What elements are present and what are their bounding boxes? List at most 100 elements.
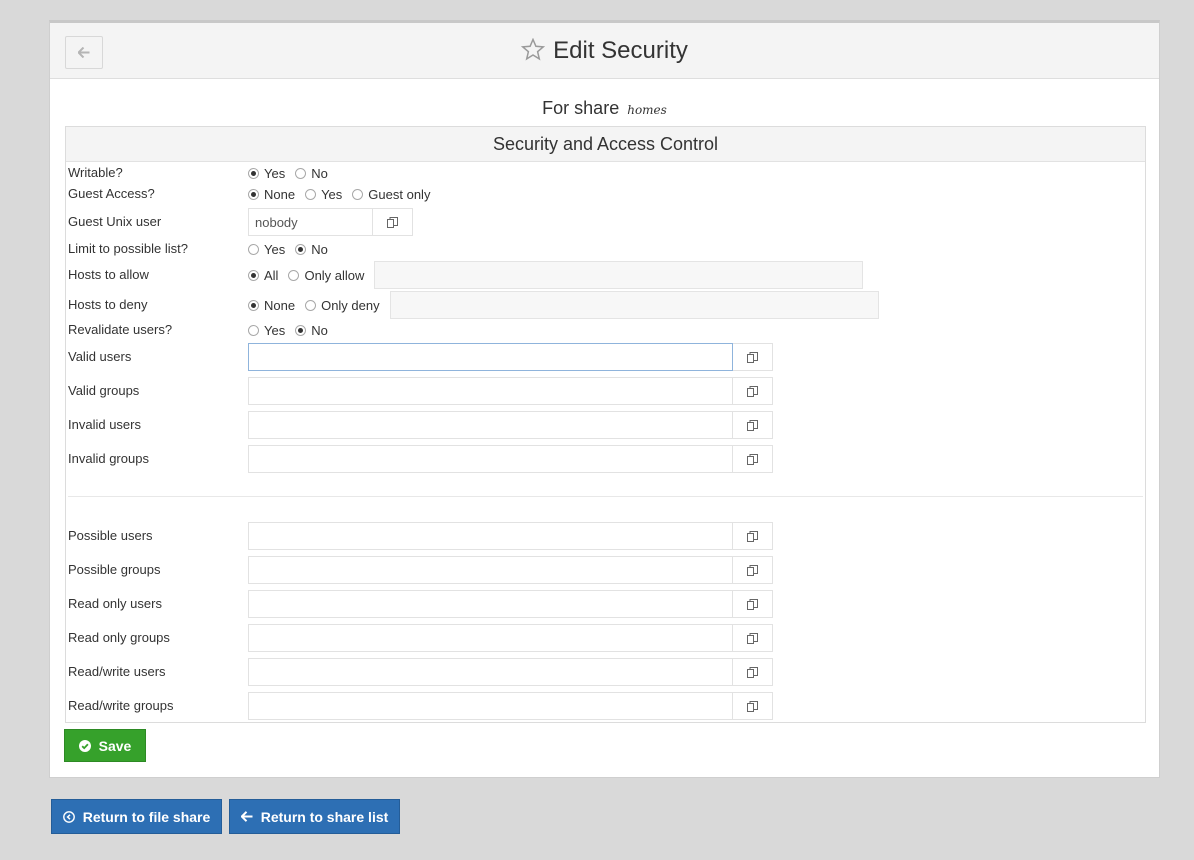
guest-access-radios: None Yes Guest only [248, 183, 440, 205]
possible-groups-picker-button[interactable] [733, 556, 773, 584]
hosts-deny-none-radio[interactable]: None [248, 298, 295, 313]
valid-groups-input[interactable] [248, 377, 733, 405]
readonly-groups-input[interactable] [248, 624, 733, 652]
hosts-deny-control: None Only deny [248, 291, 879, 319]
valid-users-control [248, 343, 773, 371]
guest-access-none-radio[interactable]: None [248, 187, 295, 202]
subtitle-prefix: For share [542, 98, 620, 118]
row-readwrite-users: Read/write users [66, 658, 1145, 686]
copy-icon [747, 598, 758, 610]
invalid-groups-input[interactable] [248, 445, 733, 473]
label-guest-unix-user: Guest Unix user [68, 214, 162, 229]
copy-icon [747, 530, 758, 542]
save-button[interactable]: Save [64, 729, 146, 762]
limit-possible-yes-radio[interactable]: Yes [248, 242, 285, 257]
invalid-users-control [248, 411, 773, 439]
writable-radios: Yes No [248, 162, 338, 184]
valid-groups-picker-button[interactable] [733, 377, 773, 405]
readwrite-groups-input[interactable] [248, 692, 733, 720]
label-hosts-allow: Hosts to allow [68, 267, 149, 282]
guest-access-yes-radio[interactable]: Yes [305, 187, 342, 202]
hosts-allow-only-radio[interactable]: Only allow [288, 268, 364, 283]
row-readwrite-groups: Read/write groups [66, 692, 1145, 720]
valid-users-input[interactable] [248, 343, 733, 371]
copy-icon [747, 564, 758, 576]
possible-users-input[interactable] [248, 522, 733, 550]
row-possible-users: Possible users [66, 522, 1145, 550]
readwrite-users-picker-button[interactable] [733, 658, 773, 686]
hosts-deny-only-radio[interactable]: Only deny [305, 298, 380, 313]
readonly-users-picker-button[interactable] [733, 590, 773, 618]
hosts-allow-control: All Only allow [248, 261, 864, 289]
save-label: Save [98, 737, 132, 754]
readonly-groups-control [248, 624, 773, 652]
copy-icon [747, 419, 758, 431]
writable-no-radio[interactable]: No [295, 166, 328, 181]
revalidate-yes-radio[interactable]: Yes [248, 323, 285, 338]
readonly-users-control [248, 590, 773, 618]
valid-users-picker-button[interactable] [733, 343, 773, 371]
revalidate-no-radio[interactable]: No [295, 323, 328, 338]
invalid-groups-control [248, 445, 773, 473]
return-to-file-share-label: Return to file share [82, 808, 211, 825]
label-hosts-deny: Hosts to deny [68, 297, 148, 312]
label-valid-groups: Valid groups [68, 383, 140, 398]
row-limit-possible: Limit to possible list? Yes No [66, 238, 1145, 260]
guest-access-guest-only-radio[interactable]: Guest only [352, 187, 430, 202]
hosts-allow-all-radio[interactable]: All [248, 268, 278, 283]
check-circle-icon [78, 739, 91, 752]
row-hosts-deny: Hosts to deny None Only deny [66, 291, 1145, 319]
label-guest-access: Guest Access? [68, 186, 155, 201]
revalidate-radios: Yes No [248, 319, 338, 341]
readonly-groups-picker-button[interactable] [733, 624, 773, 652]
return-to-share-list-button[interactable]: Return to share list [229, 799, 400, 834]
label-valid-users: Valid users [68, 349, 132, 364]
star-outline-icon[interactable] [521, 38, 546, 61]
invalid-groups-picker-button[interactable] [733, 445, 773, 473]
label-readonly-users: Read only users [68, 596, 162, 611]
guest-unix-user-input[interactable] [248, 208, 373, 236]
row-readonly-groups: Read only groups [66, 624, 1145, 652]
row-guest-access: Guest Access? None Yes Guest only [66, 183, 1145, 205]
possible-users-control [248, 522, 773, 550]
possible-groups-control [248, 556, 773, 584]
limit-possible-no-radio[interactable]: No [295, 242, 328, 257]
readwrite-users-control [248, 658, 773, 686]
copy-icon [747, 666, 758, 678]
possible-groups-input[interactable] [248, 556, 733, 584]
return-to-file-share-button[interactable]: Return to file share [51, 799, 222, 834]
invalid-users-picker-button[interactable] [733, 411, 773, 439]
readwrite-users-input[interactable] [248, 658, 733, 686]
guest-unix-user-picker-button[interactable] [373, 208, 413, 236]
limit-possible-radios: Yes No [248, 238, 338, 260]
row-readonly-users: Read only users [66, 590, 1145, 618]
readonly-users-input[interactable] [248, 590, 733, 618]
panel-header: Edit Security [50, 23, 1159, 79]
invalid-users-input[interactable] [248, 411, 733, 439]
label-invalid-groups: Invalid groups [68, 451, 149, 466]
readwrite-groups-picker-button[interactable] [733, 692, 773, 720]
row-guest-unix-user: Guest Unix user [66, 208, 1145, 236]
hosts-allow-input[interactable] [374, 261, 864, 289]
hosts-deny-input[interactable] [389, 291, 879, 319]
row-invalid-users: Invalid users [66, 411, 1145, 439]
copy-icon [747, 700, 758, 712]
label-possible-users: Possible users [68, 528, 153, 543]
copy-icon [387, 216, 398, 228]
share-name: homes [627, 103, 667, 117]
label-readwrite-users: Read/write users [68, 664, 166, 679]
possible-users-picker-button[interactable] [733, 522, 773, 550]
row-hosts-allow: Hosts to allow All Only allow [66, 261, 1145, 289]
label-readwrite-groups: Read/write groups [68, 698, 174, 713]
row-revalidate: Revalidate users? Yes No [66, 319, 1145, 341]
guest-unix-user-control [248, 208, 413, 236]
section-title: Security and Access Control [66, 127, 1145, 162]
edit-security-panel: Edit Security For share homes Security a… [49, 20, 1160, 778]
arrow-left-icon [240, 811, 253, 822]
label-invalid-users: Invalid users [68, 417, 141, 432]
writable-yes-radio[interactable]: Yes [248, 166, 285, 181]
label-readonly-groups: Read only groups [68, 630, 170, 645]
page-title: Edit Security [553, 37, 688, 64]
row-invalid-groups: Invalid groups [66, 445, 1145, 473]
label-writable: Writable? [68, 165, 123, 180]
